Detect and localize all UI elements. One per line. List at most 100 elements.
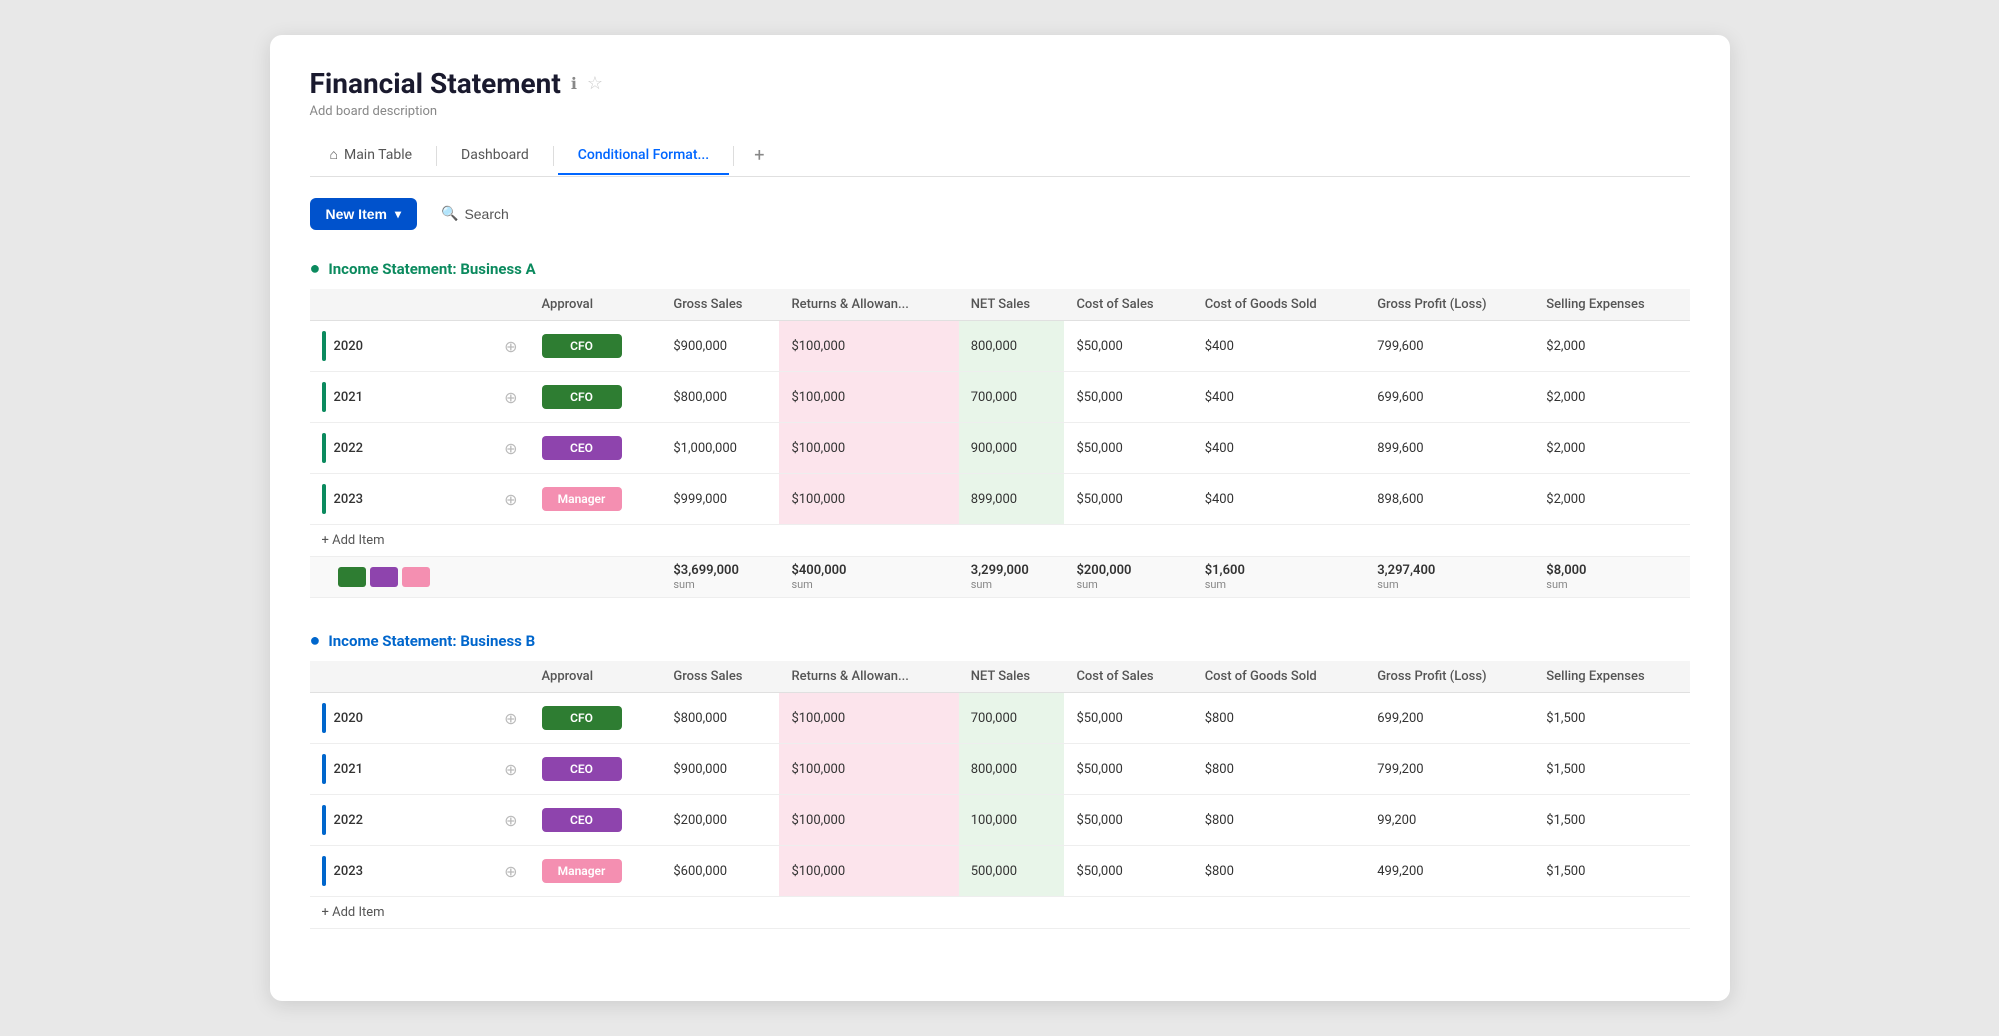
page-title-row: Financial Statement ℹ ☆ [310, 67, 1690, 100]
col-cogs-a: Cost of Goods Sold [1193, 289, 1366, 321]
approval-cell[interactable]: CEO [530, 423, 662, 474]
gross-sales-cell: $800,000 [661, 693, 779, 744]
star-icon[interactable]: ☆ [587, 73, 603, 94]
cost-of-sales-cell: $50,000 [1064, 321, 1192, 372]
row-name-cell-2020: 2020 ⊕ [310, 321, 530, 372]
row-name-cell-2022: 2022 ⊕ [310, 795, 530, 846]
gross-sales-cell: $900,000 [661, 744, 779, 795]
net-sales-cell: 500,000 [959, 846, 1065, 897]
cogs-cell: $800 [1193, 795, 1366, 846]
row-add-icon[interactable]: ⊕ [504, 760, 517, 779]
add-item-label[interactable]: + Add Item [310, 897, 1690, 929]
app-container: Financial Statement ℹ ☆ Add board descri… [270, 35, 1730, 1001]
returns-cell: $100,000 [779, 795, 958, 846]
row-year: 2022 [334, 813, 364, 828]
board-description[interactable]: Add board description [310, 104, 1690, 119]
col-gross-sales-a: Gross Sales [661, 289, 779, 321]
tab-dashboard[interactable]: Dashboard [441, 137, 549, 175]
row-add-icon[interactable]: ⊕ [504, 388, 517, 407]
add-item-row[interactable]: + Add Item [310, 525, 1690, 557]
approval-cell[interactable]: Manager [530, 846, 662, 897]
approval-cell[interactable]: Manager [530, 474, 662, 525]
row-add-icon[interactable]: ⊕ [504, 709, 517, 728]
group-b-title: Income Statement: Business B [328, 632, 535, 650]
approval-cell[interactable]: CFO [530, 372, 662, 423]
add-item-row[interactable]: + Add Item [310, 897, 1690, 929]
row-bar [322, 856, 326, 886]
row-add-icon[interactable]: ⊕ [504, 337, 517, 356]
approval-badge: CFO [542, 385, 622, 409]
table-row: 2021 ⊕ CFO$800,000$100,000700,000$50,000… [310, 372, 1690, 423]
returns-cell: $100,000 [779, 321, 958, 372]
group-a-title: Income Statement: Business A [328, 260, 535, 278]
gross-profit-cell: 699,600 [1365, 372, 1534, 423]
tabs-row: ⌂ Main Table Dashboard Conditional Forma… [310, 135, 1690, 177]
cogs-cell: $400 [1193, 423, 1366, 474]
row-name-cell-2021: 2021 ⊕ [310, 372, 530, 423]
table-row: 2023 ⊕ Manager$600,000$100,000500,000$50… [310, 846, 1690, 897]
col-selling-exp-a: Selling Expenses [1534, 289, 1689, 321]
net-sales-cell: 700,000 [959, 372, 1065, 423]
gross-profit-cell: 699,200 [1365, 693, 1534, 744]
row-bar [322, 331, 326, 361]
col-approval-a: Approval [530, 289, 662, 321]
row-add-icon[interactable]: ⊕ [504, 811, 517, 830]
tab-add-button[interactable]: + [738, 135, 780, 176]
info-icon[interactable]: ℹ [571, 74, 577, 93]
row-name-cell-2020: 2020 ⊕ [310, 693, 530, 744]
returns-cell: $100,000 [779, 474, 958, 525]
gross-profit-cell: 799,600 [1365, 321, 1534, 372]
tab-conditional-format[interactable]: Conditional Format... [558, 137, 729, 175]
table-row: 2020 ⊕ CFO$800,000$100,000700,000$50,000… [310, 693, 1690, 744]
row-year: 2020 [334, 711, 364, 726]
approval-cell[interactable]: CEO [530, 744, 662, 795]
search-button[interactable]: 🔍 Search [429, 197, 521, 230]
group-business-a: ● Income Statement: Business A Approval … [310, 258, 1690, 598]
row-add-icon[interactable]: ⊕ [504, 862, 517, 881]
group-b-header: ● Income Statement: Business B [310, 630, 1690, 651]
tab-main-table[interactable]: ⌂ Main Table [310, 136, 433, 175]
row-bar [322, 484, 326, 514]
cost-of-sales-cell: $50,000 [1064, 372, 1192, 423]
approval-badge: Manager [542, 859, 622, 883]
add-item-label[interactable]: + Add Item [310, 525, 1690, 557]
col-net-sales-a: NET Sales [959, 289, 1065, 321]
group-a-toggle[interactable]: ● [310, 258, 321, 279]
net-sales-cell: 800,000 [959, 744, 1065, 795]
gross-profit-cell: 898,600 [1365, 474, 1534, 525]
approval-badge: CEO [542, 808, 622, 832]
row-add-icon[interactable]: ⊕ [504, 490, 517, 509]
group-b-toggle[interactable]: ● [310, 630, 321, 651]
table-row: 2023 ⊕ Manager$999,000$100,000899,000$50… [310, 474, 1690, 525]
new-item-button[interactable]: New Item ▾ [310, 198, 418, 230]
approval-badge: CEO [542, 436, 622, 460]
approval-cell[interactable]: CFO [530, 321, 662, 372]
col-approval-b: Approval [530, 661, 662, 693]
col-cogs-b: Cost of Goods Sold [1193, 661, 1366, 693]
row-name-cell-2021: 2021 ⊕ [310, 744, 530, 795]
col-gross-sales-b: Gross Sales [661, 661, 779, 693]
row-add-icon[interactable]: ⊕ [504, 439, 517, 458]
cost-of-sales-cell: $50,000 [1064, 423, 1192, 474]
summary-value-cell: 3,299,000sum [959, 557, 1065, 598]
selling-exp-cell: $1,500 [1534, 846, 1689, 897]
gross-profit-cell: 99,200 [1365, 795, 1534, 846]
approval-cell[interactable]: CFO [530, 693, 662, 744]
net-sales-cell: 800,000 [959, 321, 1065, 372]
returns-cell: $100,000 [779, 423, 958, 474]
cost-of-sales-cell: $50,000 [1064, 744, 1192, 795]
returns-cell: $100,000 [779, 372, 958, 423]
cost-of-sales-cell: $50,000 [1064, 795, 1192, 846]
approval-cell[interactable]: CEO [530, 795, 662, 846]
row-bar [322, 382, 326, 412]
selling-exp-cell: $2,000 [1534, 474, 1689, 525]
gross-sales-cell: $600,000 [661, 846, 779, 897]
selling-exp-cell: $2,000 [1534, 423, 1689, 474]
row-name-cell-2022: 2022 ⊕ [310, 423, 530, 474]
row-name-cell-2023: 2023 ⊕ [310, 474, 530, 525]
row-name-cell-2023: 2023 ⊕ [310, 846, 530, 897]
summary-value-cell: 3,297,400sum [1365, 557, 1534, 598]
group-b-header-row: Approval Gross Sales Returns & Allowan..… [310, 661, 1690, 693]
col-item-b [310, 661, 530, 693]
row-bar [322, 703, 326, 733]
